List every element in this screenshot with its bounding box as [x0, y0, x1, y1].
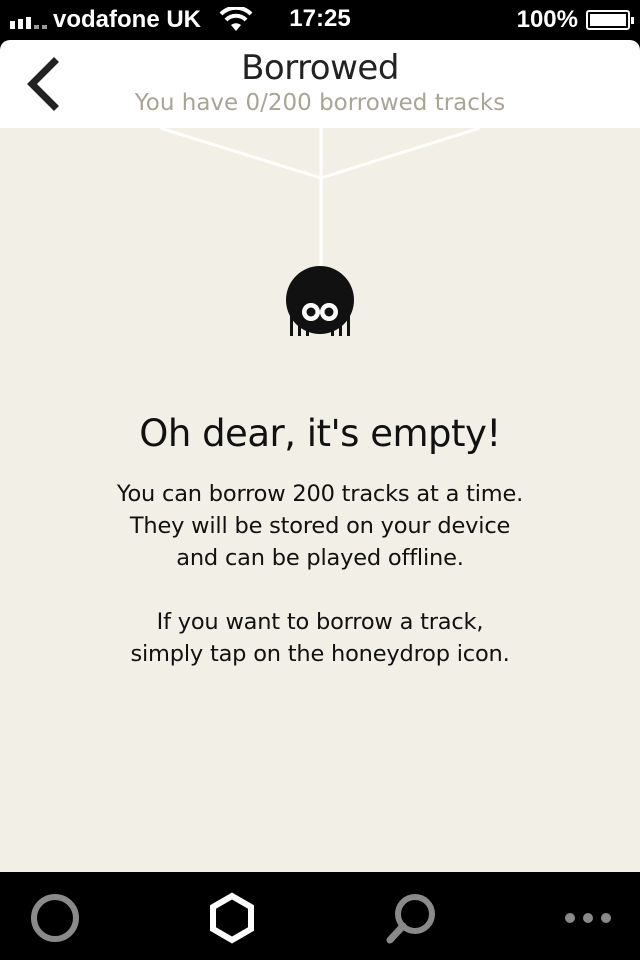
- description-line: They will be stored on your device: [129, 513, 511, 539]
- search-icon[interactable]: [384, 890, 440, 946]
- borrow-hint: If you want to borrow a track, simply ta…: [0, 606, 640, 670]
- status-bar-right: 100%: [516, 5, 634, 35]
- page-title: Borrowed: [241, 48, 399, 88]
- honeydrop-hexagon-icon[interactable]: [204, 890, 260, 946]
- spider-icon: [159, 128, 481, 336]
- description-line: You can borrow 200 tracks at a time.: [116, 481, 524, 507]
- borrowed-count-subtitle: You have 0/200 borrowed tracks: [134, 90, 506, 116]
- empty-state-panel: Oh dear, it's empty! You can borrow 200 …: [0, 128, 640, 872]
- hint-line: simply tap on the honeydrop icon.: [130, 641, 510, 667]
- spider-web: [159, 128, 481, 268]
- battery-icon: [586, 10, 634, 30]
- battery-percent: 100%: [516, 6, 578, 33]
- status-bar: vodafone UK 17:25 100%: [0, 0, 640, 40]
- more-dots-icon[interactable]: [560, 890, 616, 946]
- tab-bar: [0, 872, 640, 960]
- empty-description: You can borrow 200 tracks at a time. The…: [0, 478, 640, 574]
- nav-header: Borrowed You have 0/200 borrowed tracks: [0, 40, 640, 128]
- hint-line: If you want to borrow a track,: [156, 609, 484, 635]
- circle-icon[interactable]: [27, 890, 83, 946]
- empty-heading: Oh dear, it's empty!: [139, 412, 501, 455]
- description-line: and can be played offline.: [176, 545, 464, 571]
